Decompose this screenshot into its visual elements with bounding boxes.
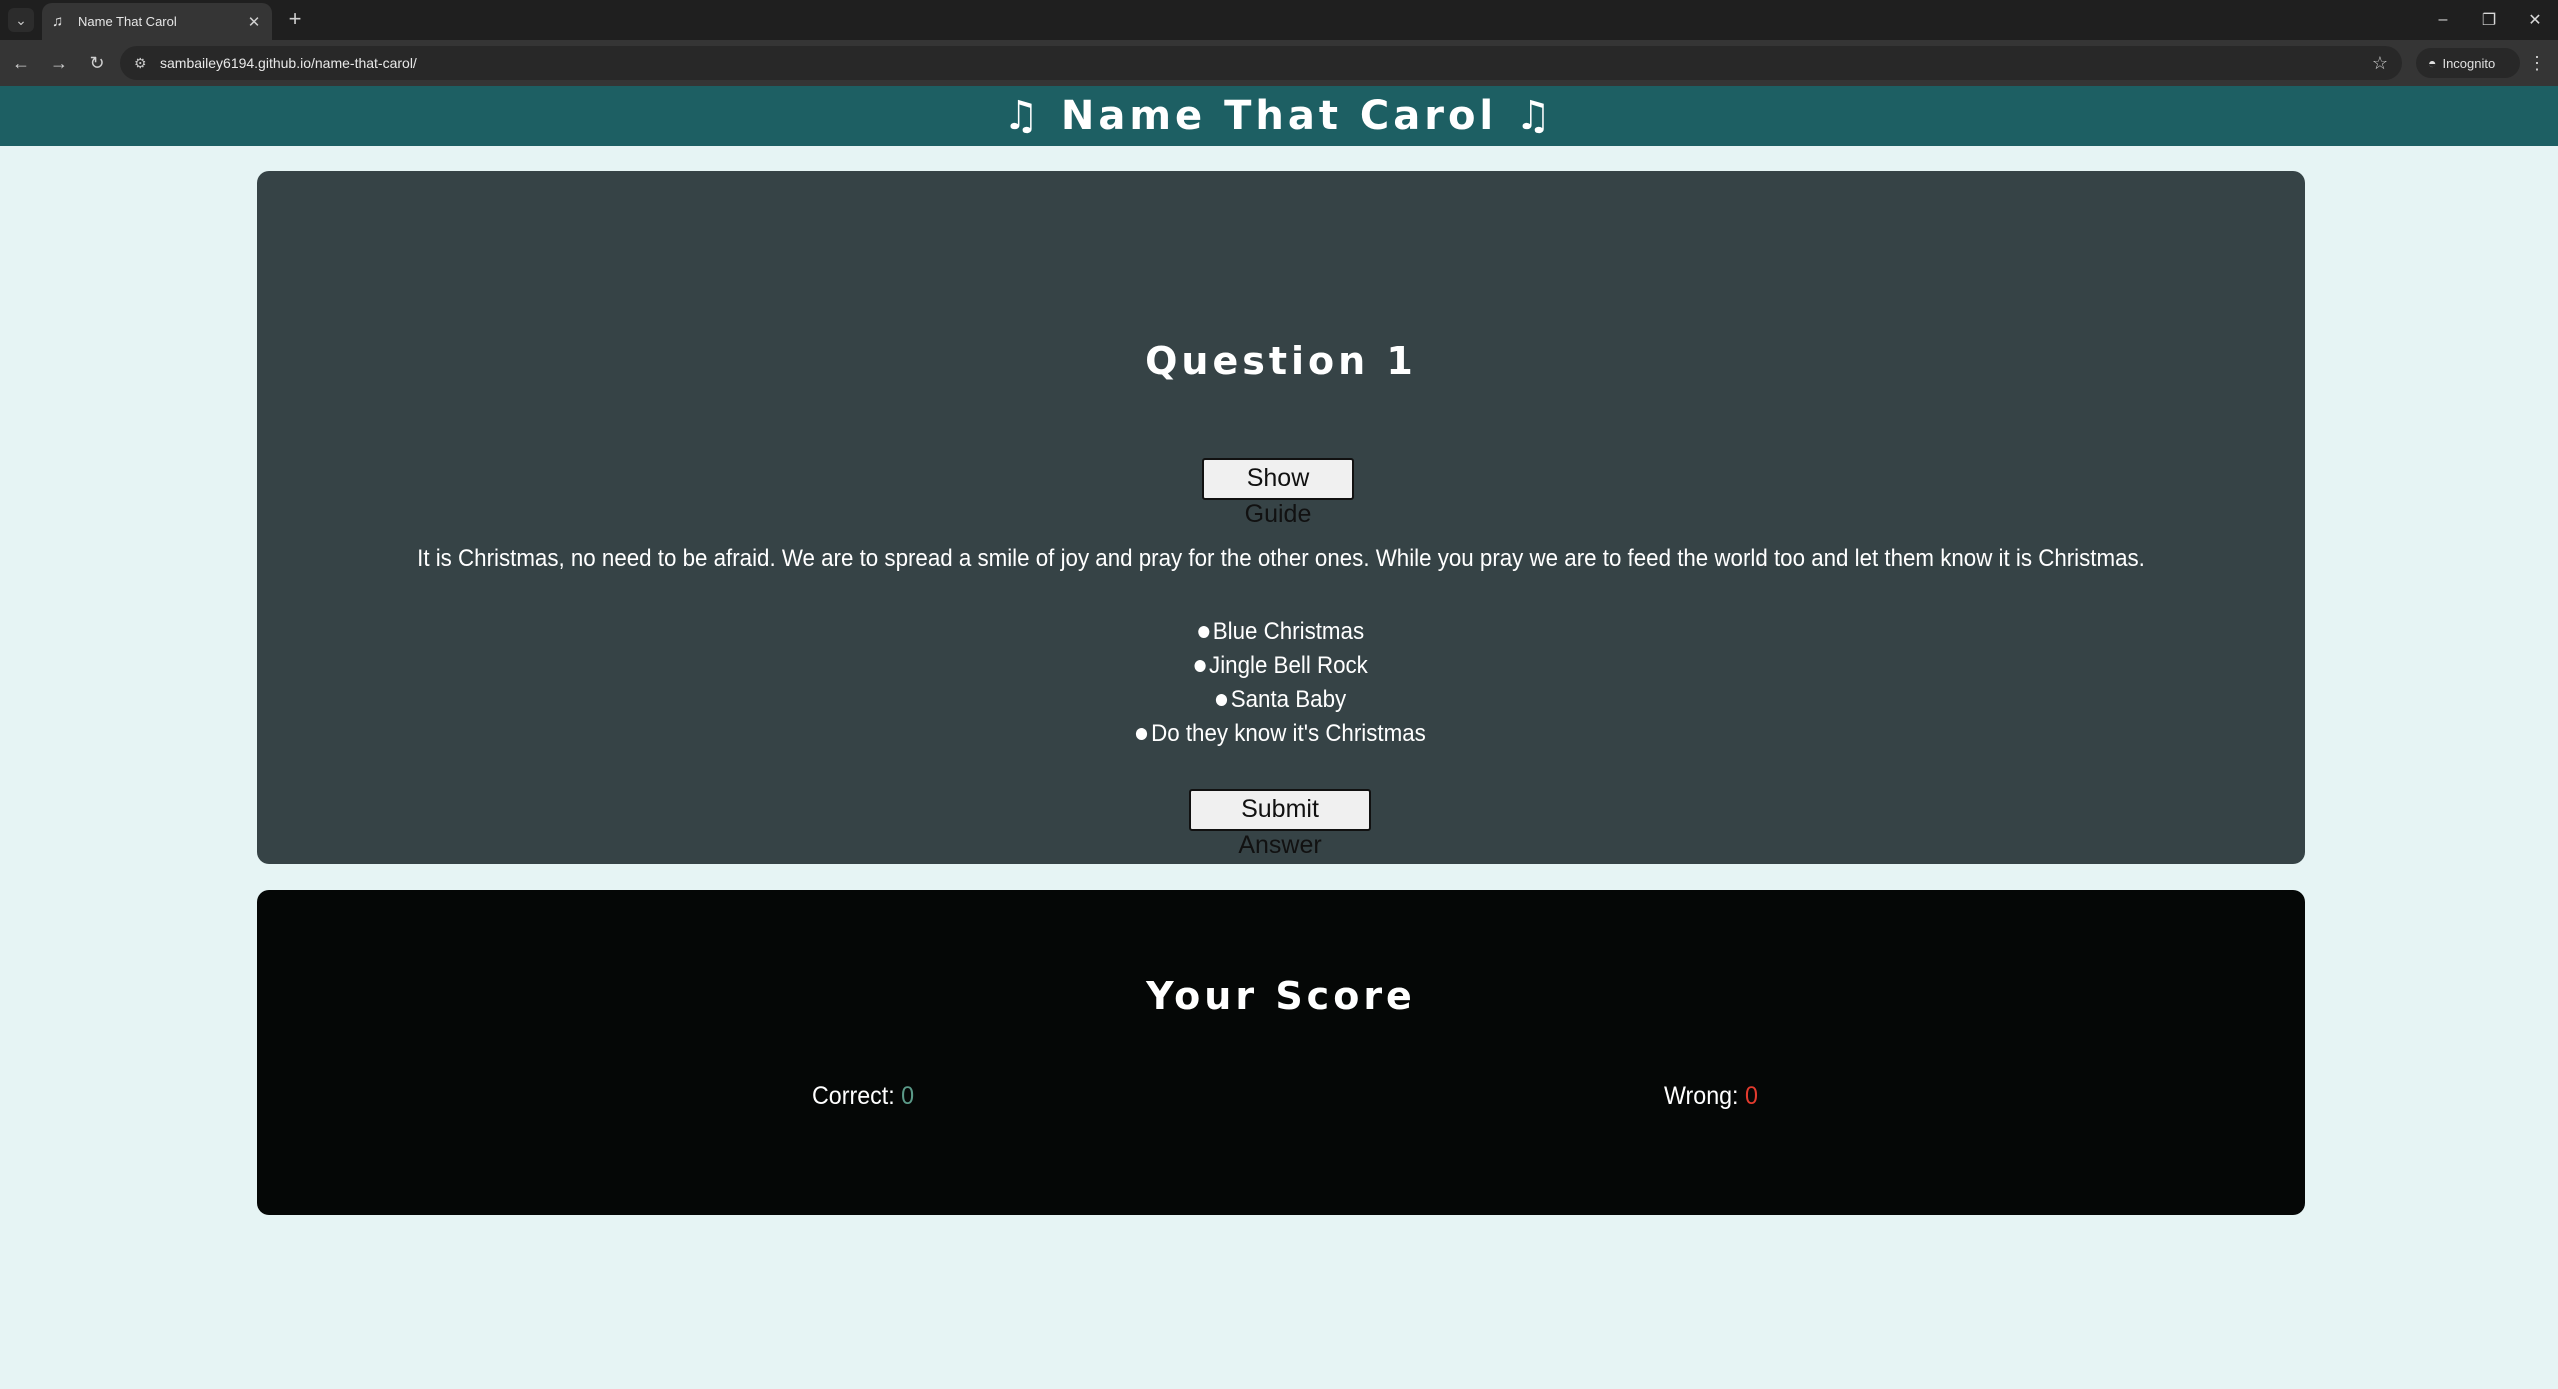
answer-option-label: Santa Baby xyxy=(1230,686,1347,713)
tab-title: Name That Carol xyxy=(78,14,177,29)
question-title: Question 1 xyxy=(1145,339,1417,383)
new-tab-button[interactable]: + xyxy=(282,8,308,32)
site-info-icon[interactable]: ⚙ xyxy=(134,55,156,72)
wrong-label: Wrong: xyxy=(1664,1082,1739,1110)
music-note-icon: ♫ xyxy=(1003,93,1043,139)
show-guide-button[interactable]: Show Guide xyxy=(1202,458,1354,528)
correct-value: 0 xyxy=(901,1082,915,1110)
answer-option-label: Do they know it's Christmas xyxy=(1151,720,1426,747)
site-title: ♫ Name That Carol ♫ xyxy=(1003,93,1555,139)
address-bar[interactable]: ⚙ sambailey6194.github.io/name-that-caro… xyxy=(120,46,2402,80)
question-card: Question 1 Show Guide It is Christmas, n… xyxy=(257,171,2305,864)
radio-button[interactable] xyxy=(1194,660,1206,672)
incognito-label: Incognito xyxy=(2442,55,2496,71)
reload-icon[interactable]: ↻ xyxy=(80,46,114,80)
lyrics-text: It is Christmas, no need to be afraid. W… xyxy=(417,545,2145,572)
forward-arrow-icon[interactable]: → xyxy=(42,46,76,80)
restore-icon[interactable]: ❐ xyxy=(2466,0,2512,40)
radio-button[interactable] xyxy=(1136,728,1148,740)
answer-option-label: Jingle Bell Rock xyxy=(1209,652,1368,679)
url-text[interactable]: sambailey6194.github.io/name-that-carol/ xyxy=(156,55,2372,71)
submit-answer-button[interactable]: Submit Answer xyxy=(1189,789,1371,859)
close-tab-icon[interactable]: ✕ xyxy=(246,13,262,31)
browser-tab-bar: ⌄ ♫ Name That Carol ✕ + – ❐ ✕ xyxy=(0,0,2558,40)
music-note-icon: ♫ xyxy=(1515,93,1555,139)
browser-tab[interactable]: ♫ Name That Carol ✕ xyxy=(42,3,272,40)
wrong-value: 0 xyxy=(1744,1082,1758,1110)
answer-options: Blue Christmas Jingle Bell Rock Santa Ba… xyxy=(257,615,2305,751)
answer-option-label: Blue Christmas xyxy=(1212,618,1365,645)
answer-option[interactable]: Do they know it's Christmas xyxy=(329,717,2234,751)
close-window-icon[interactable]: ✕ xyxy=(2512,0,2558,40)
incognito-indicator[interactable]: ◓ Incognito xyxy=(2416,48,2520,78)
answer-option[interactable]: Blue Christmas xyxy=(329,615,2234,649)
wrong-count: Wrong: 0 xyxy=(1664,1082,1758,1111)
music-note-icon: ♫ xyxy=(52,13,64,30)
radio-button[interactable] xyxy=(1215,694,1228,706)
score-card: Your Score Correct: 0 Wrong: 0 xyxy=(257,890,2305,1215)
site-title-text: Name That Carol xyxy=(1060,93,1498,139)
page: ♫ Name That Carol ♫ Question 1 Show Guid… xyxy=(0,86,2558,1389)
tab-search-chevron-icon[interactable]: ⌄ xyxy=(8,8,34,32)
radio-button[interactable] xyxy=(1197,626,1210,638)
back-arrow-icon[interactable]: ← xyxy=(4,46,38,80)
bookmark-star-icon[interactable]: ☆ xyxy=(2372,53,2388,74)
incognito-icon: ◓ xyxy=(2428,55,2437,71)
site-header: ♫ Name That Carol ♫ xyxy=(0,86,2558,146)
answer-option[interactable]: Jingle Bell Rock xyxy=(329,649,2234,683)
browser-menu-icon[interactable]: ⋮ xyxy=(2524,48,2550,78)
minimize-icon[interactable]: – xyxy=(2420,0,2466,40)
correct-label: Correct: xyxy=(812,1082,895,1110)
correct-count: Correct: 0 xyxy=(812,1082,914,1111)
answer-option[interactable]: Santa Baby xyxy=(329,683,2234,717)
window-controls: – ❐ ✕ xyxy=(2420,0,2558,40)
score-title: Your Score xyxy=(1146,974,1416,1018)
browser-toolbar: ← → ↻ ⚙ sambailey6194.github.io/name-tha… xyxy=(0,40,2558,86)
